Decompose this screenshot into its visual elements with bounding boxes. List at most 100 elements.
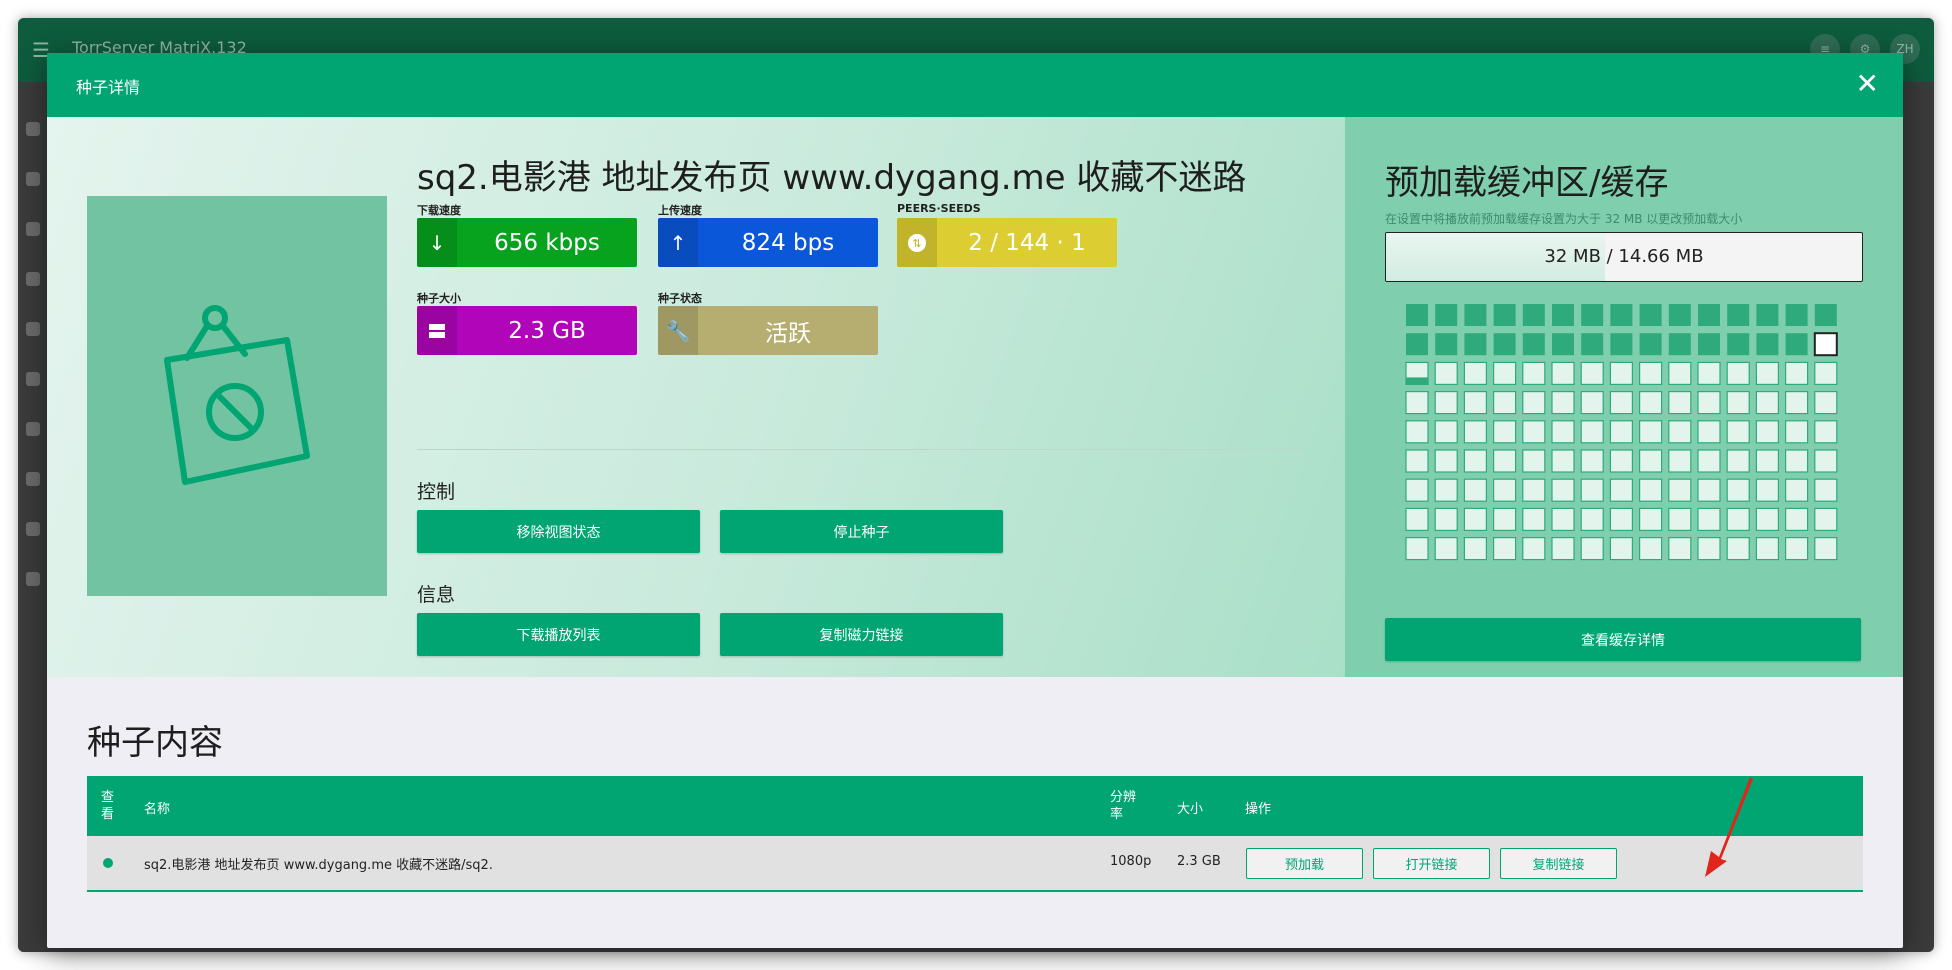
- cache-piece: [1726, 361, 1750, 386]
- cache-piece: [1697, 449, 1721, 473]
- dialog-header: 种子详情 ✕: [47, 53, 1903, 117]
- cache-title: 预加载缓冲区/缓存: [1385, 163, 1669, 203]
- cache-piece: [1785, 537, 1809, 561]
- sidebar-icon[interactable]: [26, 272, 40, 286]
- red-arrow-annotation: [1705, 777, 1753, 877]
- cache-piece: [1726, 420, 1750, 444]
- sidebar-icon[interactable]: [26, 222, 40, 236]
- cache-piece: [1434, 537, 1458, 561]
- sidebar-icon[interactable]: [26, 422, 40, 436]
- remove-view-state-button[interactable]: 移除视图状态: [417, 510, 700, 553]
- stat-box: ↓ 656 kbps: [417, 218, 637, 267]
- download-speed-stat: 下载速度 ↓ 656 kbps: [417, 202, 637, 267]
- cache-piece: [1405, 420, 1429, 444]
- cache-piece: [1639, 478, 1663, 502]
- cache-piece: [1551, 361, 1575, 386]
- peers-seeds-stat: PEERS·SEEDS ⇅ 2 / 144 · 1: [897, 202, 1117, 267]
- close-icon[interactable]: ✕: [1856, 67, 1879, 100]
- stat-box: 2.3 GB: [417, 306, 637, 355]
- sidebar-icon[interactable]: [26, 472, 40, 486]
- torrent-summary: sq2.电影港 地址发布页 www.dygang.me 收藏不迷路 下载速度 ↓…: [47, 117, 1903, 677]
- file-size: 2.3 GB: [1177, 854, 1221, 869]
- torrent-info-panel: sq2.电影港 地址发布页 www.dygang.me 收藏不迷路 下载速度 ↓…: [47, 117, 1345, 677]
- stat-label: 种子大小: [417, 292, 461, 305]
- cache-piece: [1464, 304, 1487, 326]
- cache-piece: [1434, 507, 1458, 531]
- cache-piece: [1756, 333, 1779, 356]
- copy-link-button[interactable]: 复制链接: [1500, 848, 1617, 879]
- copy-magnet-button[interactable]: 复制磁力链接: [720, 613, 1003, 656]
- peers-seeds-value: 2 / 144 · 1: [968, 229, 1086, 256]
- table-header: 查看 名称 分辨率 大小 操作: [87, 776, 1863, 836]
- cache-piece: [1434, 361, 1458, 386]
- cache-piece: [1492, 361, 1517, 386]
- cache-piece: [1639, 420, 1663, 444]
- cache-piece: [1463, 507, 1488, 531]
- cache-piece: [1492, 449, 1517, 473]
- cache-piece: [1522, 449, 1546, 473]
- cache-piece: [1552, 304, 1574, 326]
- cache-hint: 在设置中将播放前预加载缓存设置为大于 32 MB 以更改预加载大小: [1385, 212, 1743, 226]
- cache-piece: [1755, 420, 1779, 444]
- cache-piece: [1610, 333, 1633, 356]
- cache-piece: [1551, 449, 1575, 473]
- viewed-indicator: [103, 858, 113, 868]
- sidebar-icon[interactable]: [26, 172, 40, 186]
- cache-piece: [1463, 420, 1488, 444]
- sidebar-icon[interactable]: [26, 122, 40, 136]
- sidebar-icon[interactable]: [26, 572, 40, 586]
- stat-box: ↑ 824 bps: [658, 218, 878, 267]
- sidebar-icon[interactable]: [26, 322, 40, 336]
- preload-button[interactable]: 预加载: [1246, 848, 1363, 879]
- cache-piece: [1405, 507, 1429, 531]
- stop-torrent-button[interactable]: 停止种子: [720, 510, 1003, 553]
- cache-piece: [1580, 390, 1604, 415]
- sidebar-icon[interactable]: [26, 522, 40, 536]
- cache-piece: [1492, 420, 1517, 444]
- cache-piece: [1697, 507, 1721, 531]
- cache-piece: [1492, 507, 1517, 531]
- cache-piece: [1639, 333, 1662, 356]
- cache-piece: [1727, 304, 1750, 326]
- download-playlist-button[interactable]: 下载播放列表: [417, 613, 700, 656]
- cache-piece: [1609, 420, 1633, 444]
- cache-piece: [1435, 304, 1458, 326]
- stat-label: 下载速度: [417, 204, 461, 217]
- cache-piece: [1755, 361, 1779, 386]
- cache-piece: [1522, 333, 1545, 356]
- cache-piece: [1785, 507, 1809, 531]
- view-cache-details-button[interactable]: 查看缓存详情: [1385, 618, 1861, 661]
- cache-piece: [1727, 333, 1750, 356]
- cache-piece: [1492, 478, 1517, 502]
- table-row: sq2.电影港 地址发布页 www.dygang.me 收藏不迷路/sq2. 1…: [87, 836, 1863, 892]
- cache-piece: [1785, 361, 1809, 386]
- cache-piece: [1814, 390, 1838, 415]
- cache-piece: [1785, 333, 1808, 356]
- stat-label: 上传速度: [658, 204, 702, 217]
- open-link-button[interactable]: 打开链接: [1373, 848, 1490, 879]
- cache-piece: [1785, 478, 1809, 502]
- cache-piece: [1522, 537, 1546, 561]
- cache-piece: [1580, 478, 1604, 502]
- cache-piece: [1668, 333, 1691, 356]
- cache-piece: [1463, 449, 1488, 473]
- poster-placeholder: [87, 196, 387, 596]
- cache-piece: [1522, 361, 1546, 386]
- cache-piece: [1697, 390, 1721, 415]
- cache-piece: [1463, 361, 1488, 386]
- cache-piece: [1580, 420, 1604, 444]
- cache-piece: [1405, 390, 1429, 415]
- cache-piece: [1581, 333, 1604, 356]
- cache-pieces-grid: [1405, 304, 1838, 561]
- cache-piece: [1726, 390, 1750, 415]
- stat-box: ⇅ 2 / 144 · 1: [897, 218, 1117, 267]
- upload-speed-value: 824 bps: [741, 229, 835, 256]
- cache-piece: [1580, 449, 1604, 473]
- stat-label: PEERS·SEEDS: [897, 202, 981, 215]
- no-image-icon: [164, 305, 310, 485]
- cache-piece: [1609, 390, 1633, 415]
- svg-text:⇅: ⇅: [912, 237, 921, 250]
- cache-piece: [1551, 537, 1575, 561]
- cache-piece: [1814, 478, 1838, 502]
- sidebar-icon[interactable]: [26, 372, 40, 386]
